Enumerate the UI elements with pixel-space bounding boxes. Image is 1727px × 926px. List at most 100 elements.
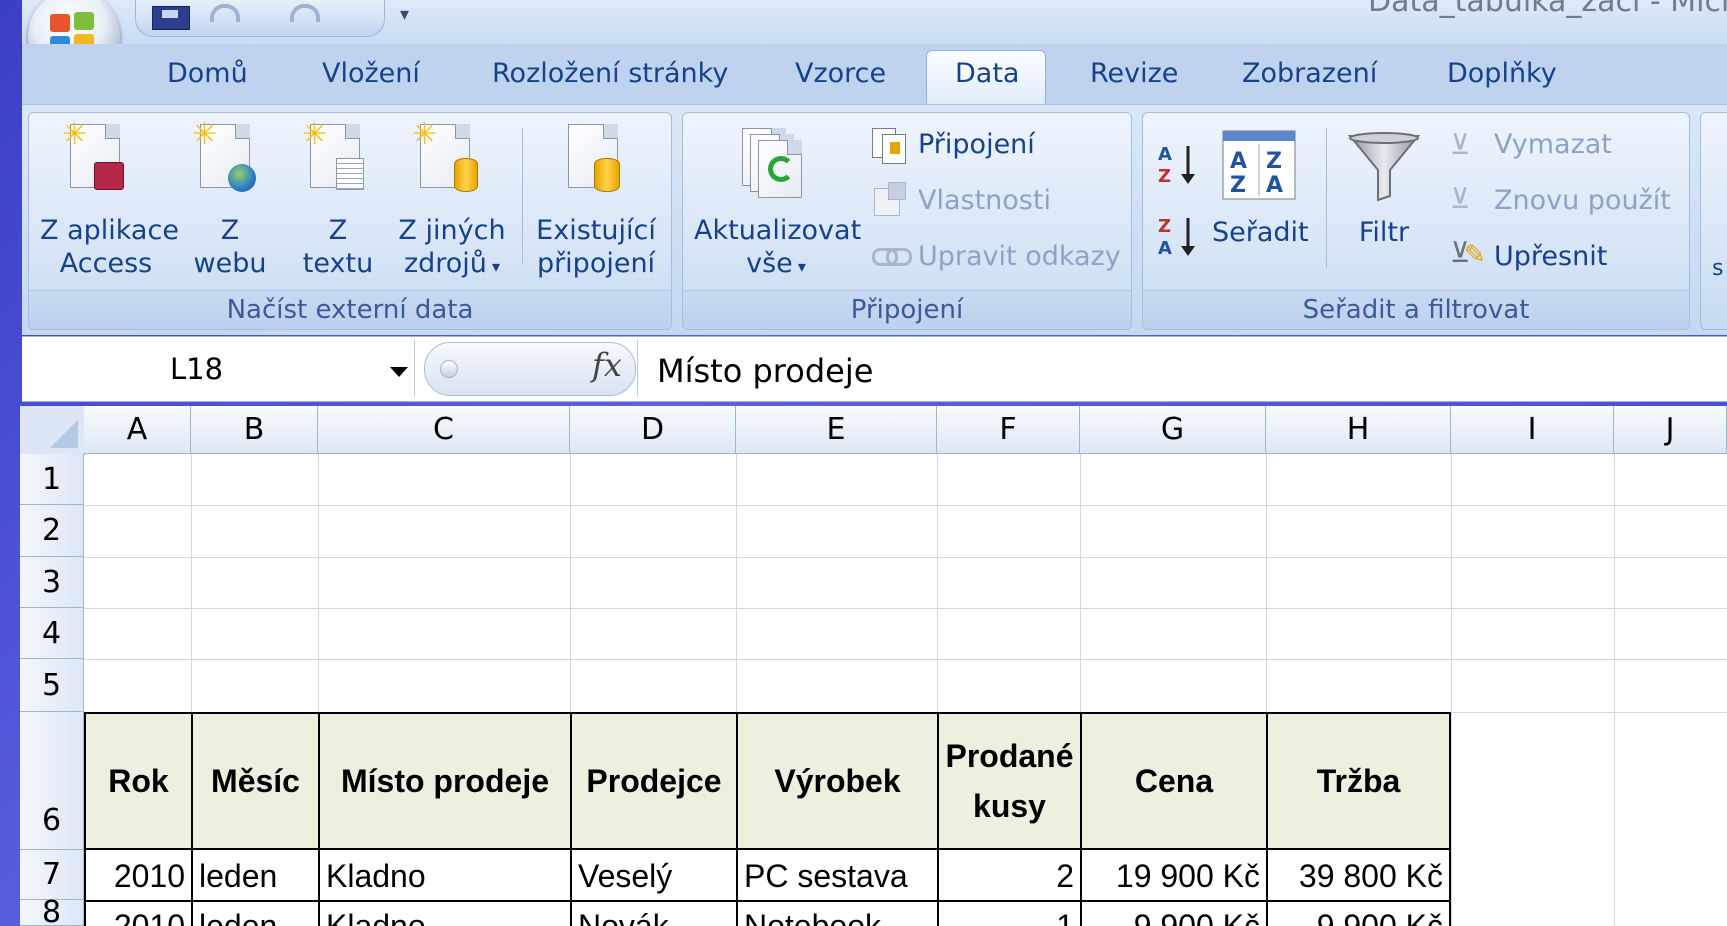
table-cell[interactable]: 19 900 Kč (1080, 850, 1268, 902)
table-cell[interactable]: 9 900 Kč (1080, 900, 1268, 926)
group-partial (1700, 112, 1727, 330)
column-header-b[interactable]: B (191, 406, 318, 454)
column-header-f[interactable]: F (937, 406, 1080, 454)
tab-view[interactable]: Zobrazení (1242, 58, 1377, 89)
tab-home[interactable]: Domů (167, 58, 248, 89)
dropdown-arrow-icon: ▾ (486, 257, 501, 276)
from-text-label-2: textu (302, 248, 374, 279)
table-cell[interactable]: Kladno (318, 900, 572, 926)
formula-input[interactable]: Místo prodeje (657, 352, 873, 390)
row-header-3[interactable]: 3 (20, 557, 84, 608)
customize-toolbar-icon[interactable]: ▾ (400, 4, 409, 25)
column-header-i[interactable]: I (1451, 406, 1614, 454)
table-cell[interactable]: Veselý (570, 850, 738, 902)
filter-button[interactable]: Filtr (1344, 216, 1424, 249)
tab-data[interactable]: Data (955, 58, 1019, 89)
excel-window: ▾ Data_tabulka_záci - Micr Domů Vložení … (0, 0, 1727, 926)
edit-links-button[interactable]: Upravit odkazy (918, 240, 1121, 273)
table-cell[interactable]: Notebook (736, 900, 939, 926)
group-sort-filter-label: Seřadit a filtrovat (1143, 290, 1689, 329)
save-icon[interactable] (152, 6, 190, 30)
from-access-button[interactable]: Z aplikace Access (40, 214, 179, 280)
tab-addins[interactable]: Doplňky (1447, 58, 1557, 89)
table-header-cell[interactable]: Místo prodeje (318, 712, 572, 850)
table-cell[interactable]: 2010 (84, 900, 193, 926)
tab-insert[interactable]: Vložení (322, 58, 420, 89)
table-cell[interactable]: Kladno (318, 850, 572, 902)
column-header-c[interactable]: C (318, 406, 570, 454)
table-cell[interactable]: Novák (570, 900, 738, 926)
connections-button[interactable]: Připojení (918, 128, 1035, 161)
clear-filter-icon: ⊻ (1450, 128, 1471, 161)
next-group-partial-label: s (1712, 256, 1724, 281)
table-cell[interactable]: 2010 (84, 850, 193, 902)
from-other-label-2: zdrojů (403, 248, 487, 279)
refresh-label-1: Aktualizovat (694, 215, 862, 246)
gridline (1614, 454, 1615, 926)
column-header-d[interactable]: D (570, 406, 736, 454)
gridline (84, 608, 1727, 609)
properties-icon (872, 182, 908, 216)
row-header-7[interactable]: 7 (20, 850, 84, 900)
reapply-button[interactable]: Znovu použít (1494, 184, 1671, 217)
sort-ascending-icon[interactable]: A Z (1156, 142, 1202, 188)
name-box-dropdown-icon[interactable] (390, 367, 408, 377)
row-header-5[interactable]: 5 (20, 659, 84, 712)
from-text-button[interactable]: Z textu (298, 214, 378, 280)
row-header-6[interactable]: 6 (20, 712, 84, 850)
tab-review[interactable]: Revize (1090, 58, 1178, 89)
sort-dialog-icon: A Z Z A (1222, 130, 1296, 200)
table-cell[interactable]: 1 (937, 900, 1082, 926)
table-header-cell[interactable]: Tržba (1266, 712, 1451, 850)
column-header-h[interactable]: H (1266, 406, 1451, 454)
row-header-8[interactable]: 8 (20, 898, 84, 926)
tab-formulas[interactable]: Vzorce (795, 58, 886, 89)
column-header-g[interactable]: G (1080, 406, 1266, 454)
advanced-button[interactable]: Upřesnit (1494, 240, 1607, 273)
select-all-button[interactable] (20, 406, 85, 455)
table-cell[interactable]: 2 (937, 850, 1082, 902)
from-web-button[interactable]: Z webu (190, 214, 270, 280)
existing-connections-button[interactable]: Existující připojení (532, 214, 660, 280)
from-other-sources-button[interactable]: Z jiných zdrojů ▾ (396, 214, 508, 283)
table-header-cell[interactable]: Prodejce (570, 712, 738, 850)
row-header-2[interactable]: 2 (20, 505, 84, 557)
svg-text:Z: Z (1230, 173, 1246, 198)
existing-label-2: připojení (536, 248, 656, 279)
sort-descending-icon[interactable]: Z A (1156, 214, 1202, 260)
table-header-cell[interactable]: Prodané kusy (937, 712, 1082, 850)
tab-page-layout[interactable]: Rozložení stránky (492, 58, 728, 89)
connections-icon (872, 126, 908, 164)
svg-text:Z: Z (1158, 166, 1171, 187)
table-cell[interactable]: leden (191, 850, 320, 902)
from-text-label-1: Z (328, 215, 348, 246)
table-cell[interactable]: 39 800 Kč (1266, 850, 1451, 902)
refresh-all-button[interactable]: Aktualizovat vše ▾ (694, 214, 862, 283)
separator (522, 128, 523, 264)
advanced-filter-icon: ⊻ ✎ (1450, 236, 1486, 270)
gridline (84, 659, 1727, 660)
row-header-4[interactable]: 4 (20, 608, 84, 659)
column-header-a[interactable]: A (84, 406, 191, 454)
resize-handle-icon[interactable] (440, 360, 458, 378)
group-external-data-label: Načíst externí data (29, 290, 671, 329)
gridline (84, 505, 1727, 506)
properties-button[interactable]: Vlastnosti (918, 184, 1051, 217)
table-header-cell[interactable]: Rok (84, 712, 193, 850)
clear-button[interactable]: Vymazat (1494, 128, 1612, 161)
column-header-j[interactable]: J (1614, 406, 1727, 454)
svg-text:Z: Z (1266, 149, 1282, 174)
gridline (84, 557, 1727, 558)
column-header-e[interactable]: E (736, 406, 937, 454)
insert-function-icon[interactable]: fx (592, 346, 622, 384)
table-header-cell[interactable]: Cena (1080, 712, 1268, 850)
row-header-1[interactable]: 1 (20, 454, 84, 505)
table-header-cell[interactable]: Výrobek (736, 712, 939, 850)
table-cell[interactable]: 9 900 Kč (1266, 900, 1451, 926)
group-connections-label: Připojení (683, 290, 1131, 329)
sort-button[interactable]: Seřadit (1212, 216, 1309, 249)
from-access-label-1: Z aplikace (40, 215, 179, 246)
table-header-cell[interactable]: Měsíc (191, 712, 320, 850)
table-cell[interactable]: PC sestava (736, 850, 939, 902)
table-cell[interactable]: leden (191, 900, 320, 926)
